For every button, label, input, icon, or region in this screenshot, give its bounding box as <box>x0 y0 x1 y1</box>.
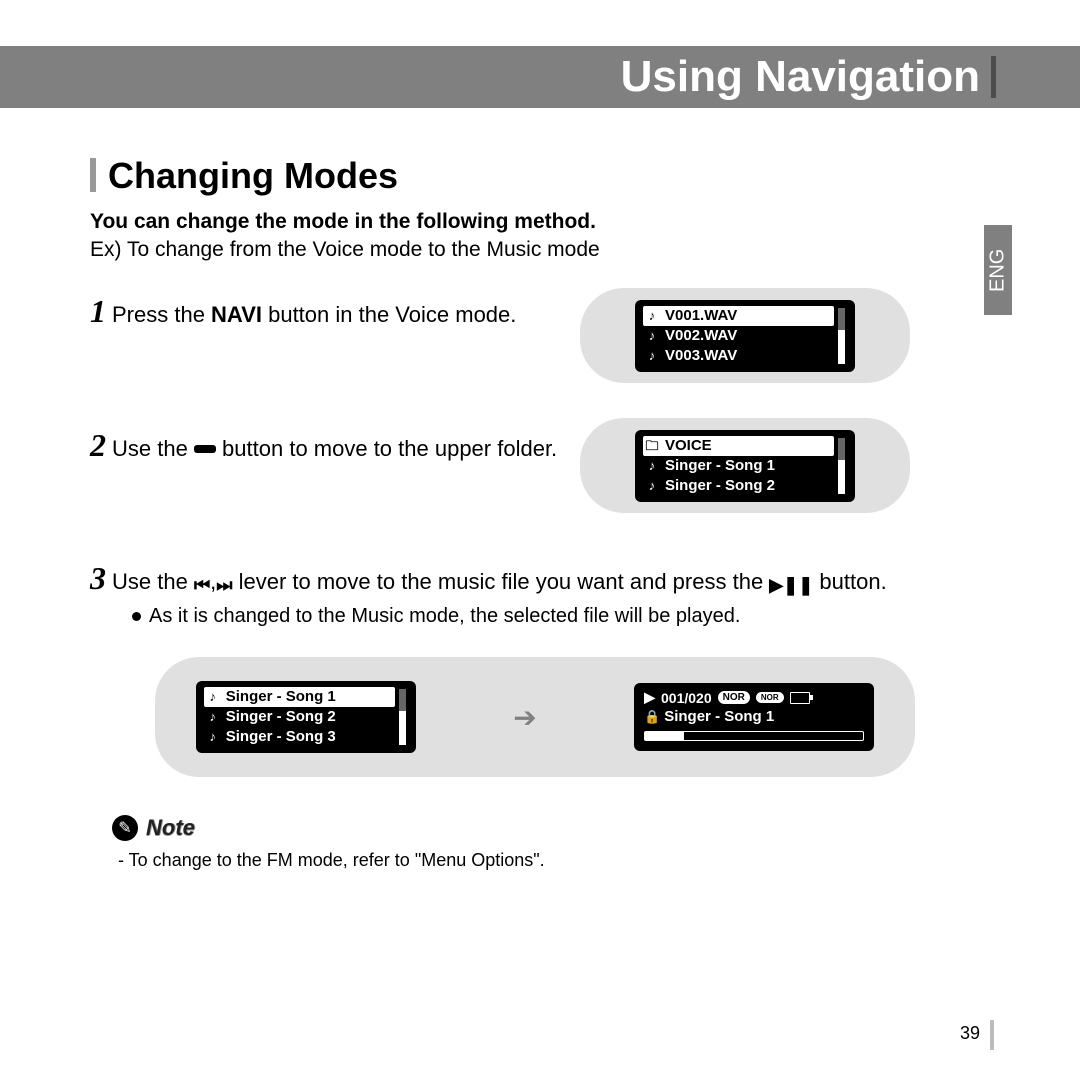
step-3-number: 3 <box>90 560 106 596</box>
list-item: ♪ V002.WAV <box>645 326 832 346</box>
file-name: Singer - Song 2 <box>226 707 336 727</box>
scrollbar <box>838 438 845 494</box>
step-2: 2Use the button to move to the upper fol… <box>90 430 570 464</box>
screen-voice-files: ♪ V001.WAV ♪ V002.WAV ♪ V003.WAV <box>635 300 855 372</box>
section-heading: Changing Modes <box>90 155 398 197</box>
minus-button-icon <box>194 445 216 453</box>
note-label: Note <box>146 815 195 841</box>
file-name: V002.WAV <box>665 326 737 346</box>
title-divider <box>991 56 996 98</box>
folder-icon: 🗀 <box>645 436 659 456</box>
page-number-bar <box>990 1020 994 1050</box>
file-name: Singer - Song 1 <box>665 456 775 476</box>
step-2-post: button to move to the upper folder. <box>216 436 557 461</box>
prev-track-icon: ⏮ <box>194 570 210 600</box>
page-title: Using Navigation <box>621 46 980 108</box>
list-item: ♪ V003.WAV <box>645 346 832 366</box>
file-name: V003.WAV <box>665 346 737 366</box>
language-tab: ENG <box>984 225 1012 315</box>
list-item: ♪ Singer - Song 1 <box>645 456 832 476</box>
eq-badge: NOR <box>718 691 750 704</box>
music-note-icon: ♪ <box>645 346 659 366</box>
music-note-icon: ♪ <box>645 476 659 496</box>
battery-icon <box>790 692 810 704</box>
scrollbar-thumb <box>838 308 845 330</box>
pencil-icon: ✎ <box>118 818 131 838</box>
music-note-icon: ♪ <box>645 306 659 326</box>
screen-transition-panel: ♪ Singer - Song 1 ♪ Singer - Song 2 ♪ Singe… <box>155 657 915 777</box>
step-2-pre: Use the <box>112 436 194 461</box>
now-playing-status: ▶ 001/020 NOR NOR <box>644 689 864 706</box>
step-1-number: 1 <box>90 293 106 329</box>
intro-bold: You can change the mode in the following… <box>90 210 596 234</box>
file-name: V001.WAV <box>665 306 737 326</box>
step-3-bullet-text: As it is changed to the Music mode, the … <box>149 605 740 627</box>
screen-now-playing: ▶ 001/020 NOR NOR 🔒 Singer - Song 1 <box>634 683 874 751</box>
music-note-icon: ♪ <box>645 456 659 476</box>
mode-badge: NOR <box>756 692 784 703</box>
note-badge-icon: ✎ <box>112 815 138 841</box>
step-3: 3Use the ⏮,⏭ lever to move to the music … <box>90 563 990 600</box>
step-1-pre: Press the <box>112 302 211 327</box>
next-track-icon: ⏭ <box>216 570 232 600</box>
scrollbar <box>399 689 406 745</box>
scrollbar <box>838 308 845 364</box>
step-3-part3: button. <box>813 569 886 594</box>
list-item: ♪ Singer - Song 2 <box>206 707 393 727</box>
intro-example: Ex) To change from the Voice mode to the… <box>90 238 600 262</box>
header-band: Using Navigation <box>0 46 1080 108</box>
screen-voice-files-panel: ♪ V001.WAV ♪ V002.WAV ♪ V003.WAV <box>580 288 910 383</box>
screen-folder-panel: 🗀 VOICE ♪ Singer - Song 1 ♪ Singer - Song 2 <box>580 418 910 513</box>
scrollbar-thumb <box>399 689 406 711</box>
heading-accent-bar <box>90 158 96 192</box>
list-item: ♪ Singer - Song 3 <box>206 727 393 747</box>
note-heading: ✎ Note <box>112 815 195 841</box>
step-2-number: 2 <box>90 427 106 463</box>
list-item: 🗀 VOICE <box>643 436 834 456</box>
step-1: 1Press the NAVI button in the Voice mode… <box>90 296 560 330</box>
play-pause-icon: ▶❚❚ <box>769 570 813 600</box>
page-number: 39 <box>960 1023 980 1044</box>
section-heading-text: Changing Modes <box>108 155 398 196</box>
music-note-icon: ♪ <box>206 687 220 707</box>
folder-name: VOICE <box>665 436 712 456</box>
list-item: ♪ V001.WAV <box>643 306 834 326</box>
step-1-post: button in the Voice mode. <box>262 302 516 327</box>
step-3-part1: Use the <box>112 569 194 594</box>
note-text: - To change to the FM mode, refer to "Me… <box>118 850 545 871</box>
progress-fill <box>645 732 684 740</box>
now-playing-title-row: 🔒 Singer - Song 1 <box>644 708 864 725</box>
step-1-strong: NAVI <box>211 302 262 327</box>
file-name: Singer - Song 2 <box>665 476 775 496</box>
play-indicator-icon: ▶ <box>644 689 655 706</box>
screen-folder: 🗀 VOICE ♪ Singer - Song 1 ♪ Singer - Song 2 <box>635 430 855 502</box>
progress-bar <box>644 731 864 741</box>
music-note-icon: ♪ <box>645 326 659 346</box>
lock-icon: 🔒 <box>644 709 658 725</box>
screen-music-list: ♪ Singer - Song 1 ♪ Singer - Song 2 ♪ Singe… <box>196 681 416 753</box>
file-name: Singer - Song 1 <box>226 687 336 707</box>
track-counter: 001/020 <box>661 690 712 706</box>
music-note-icon: ♪ <box>206 727 220 747</box>
music-note-icon: ♪ <box>206 707 220 727</box>
list-item: ♪ Singer - Song 1 <box>204 687 395 707</box>
list-item: ♪ Singer - Song 2 <box>645 476 832 496</box>
arrow-right-icon: ➔ <box>513 701 536 734</box>
scrollbar-thumb <box>838 438 845 460</box>
step-3-bullet: As it is changed to the Music mode, the … <box>132 605 962 628</box>
step-3-part2: lever to move to the music file you want… <box>232 569 769 594</box>
now-playing-title: Singer - Song 1 <box>664 708 774 725</box>
file-name: Singer - Song 3 <box>226 727 336 747</box>
